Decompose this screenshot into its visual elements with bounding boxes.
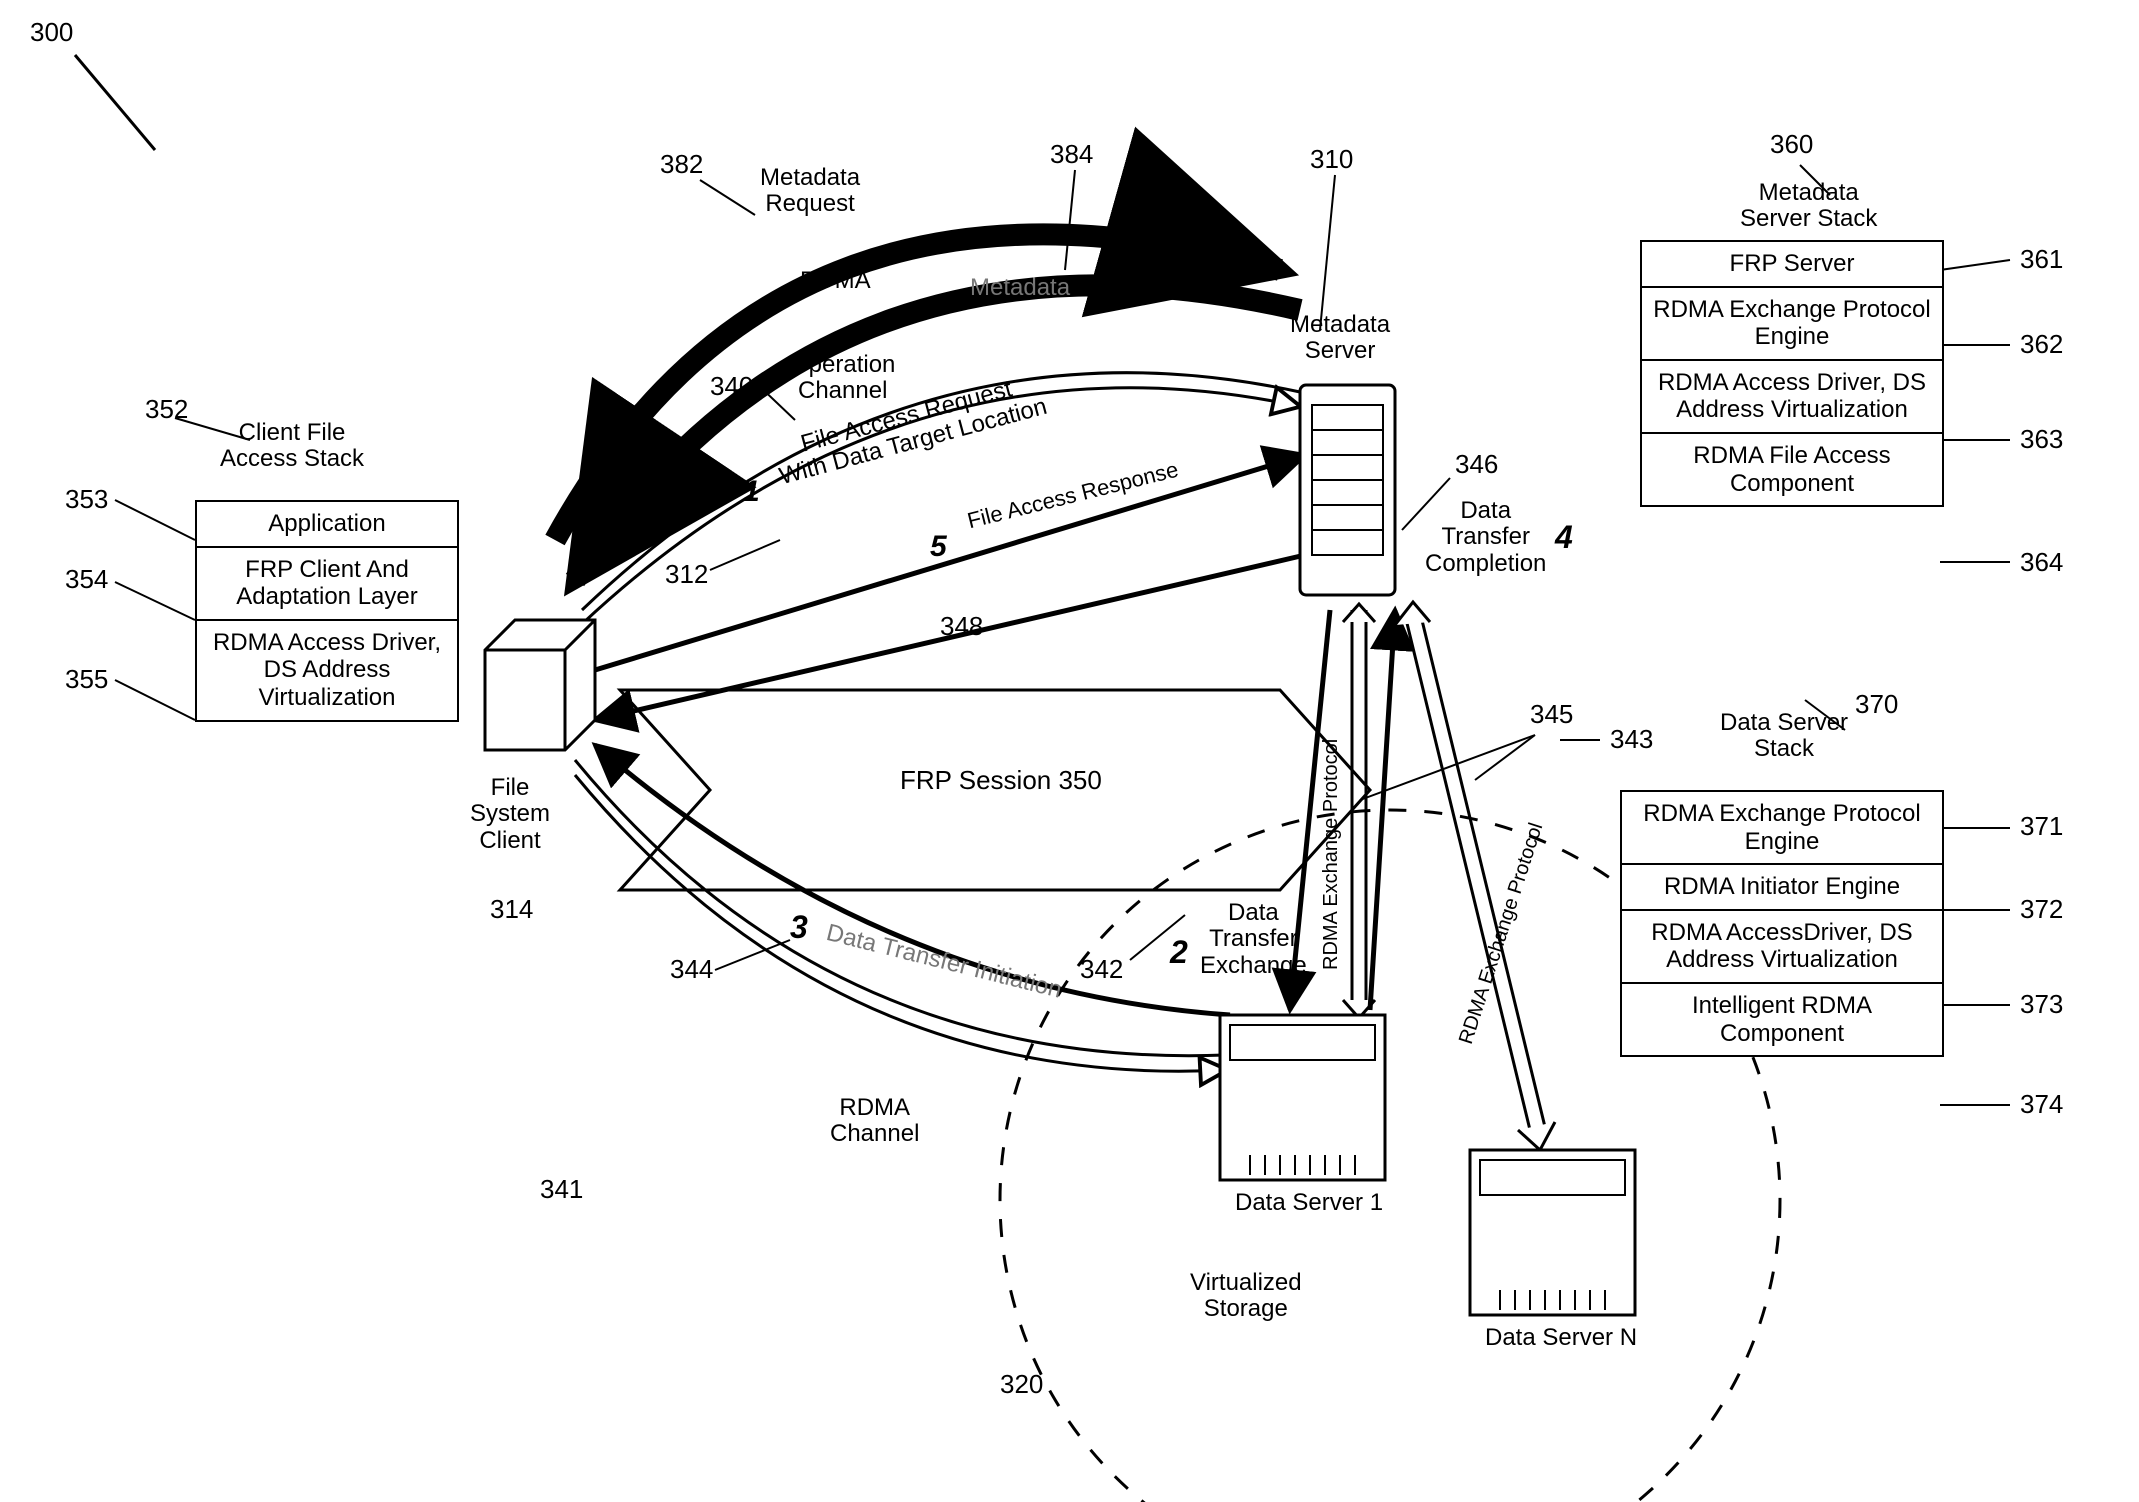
ref-364: 364 (2020, 548, 2063, 577)
label-rdma-exchange-protocol-1: RDMA Exchange Protocol (1320, 739, 1342, 970)
ref-374: 374 (2020, 1090, 2063, 1119)
ref-312: 312 (665, 560, 708, 589)
ref-370: 370 (1855, 690, 1898, 719)
ref-384: 384 (1050, 140, 1093, 169)
label-rdma-channel: RDMA Channel (830, 1095, 919, 1148)
label-client-stack-title: Client File Access Stack (220, 420, 364, 473)
step-2: 2 (1170, 935, 1188, 970)
ref-345: 345 (1530, 700, 1573, 729)
client-stack-row-1: FRP Client And Adaptation Layer (197, 546, 457, 619)
metadata-stack-row-0: FRP Server (1642, 242, 1942, 286)
client-file-access-stack: Application FRP Client And Adaptation La… (195, 500, 459, 722)
metadata-stack-row-3: RDMA File Access Component (1642, 432, 1942, 505)
ref-354: 354 (65, 565, 108, 594)
ref-340: 340 (710, 372, 753, 401)
label-file-system-client: File System Client (470, 775, 550, 854)
ref-314: 314 (490, 895, 533, 924)
step-5: 5 (930, 530, 947, 563)
frp-session-box: FRP Session 350 (900, 765, 1102, 796)
ref-361: 361 (2020, 245, 2063, 274)
ref-300: 300 (30, 18, 73, 47)
ref-371: 371 (2020, 812, 2063, 841)
ref-352: 352 (145, 395, 188, 424)
ref-372: 372 (2020, 895, 2063, 924)
label-data-server-n: Data Server N (1485, 1325, 1637, 1351)
label-metadata-server: Metadata Server (1290, 312, 1390, 365)
diagram-canvas: 300 382 Metadata Request 384 Metadata 31… (0, 0, 2139, 1502)
label-virtualized-storage: Virtualized Storage (1190, 1270, 1302, 1323)
label-operation-channel: Operation Channel (790, 352, 895, 405)
ref-342: 342 (1080, 955, 1123, 984)
ref-341: 341 (540, 1175, 583, 1204)
label-metadata-under-arc: Metadata (970, 275, 1070, 301)
ref-353: 353 (65, 485, 108, 514)
step-3: 3 (790, 910, 808, 945)
client-stack-row-2: RDMA Access Driver, DS Address Virtualiz… (197, 619, 457, 720)
metadata-stack-row-1: RDMA Exchange Protocol Engine (1642, 286, 1942, 359)
ref-348: 348 (940, 612, 983, 641)
ref-320: 320 (1000, 1370, 1043, 1399)
metadata-server-stack: FRP Server RDMA Exchange Protocol Engine… (1640, 240, 1944, 507)
ref-355: 355 (65, 665, 108, 694)
ref-346: 346 (1455, 450, 1498, 479)
label-rdma: RDMA (800, 268, 871, 294)
ref-344: 344 (670, 955, 713, 984)
ref-362: 362 (2020, 330, 2063, 359)
ref-310: 310 (1310, 145, 1353, 174)
ref-382: 382 (660, 150, 703, 179)
label-metadata-stack-title: Metadata Server Stack (1740, 180, 1877, 233)
label-data-transfer-completion: Data Transfer Completion (1425, 498, 1546, 577)
label-data-server-1: Data Server 1 (1235, 1190, 1383, 1216)
data-stack-row-1: RDMA Initiator Engine (1622, 863, 1942, 909)
client-stack-row-0: Application (197, 502, 457, 546)
data-stack-row-0: RDMA Exchange Protocol Engine (1622, 792, 1942, 863)
ref-373: 373 (2020, 990, 2063, 1019)
metadata-stack-row-2: RDMA Access Driver, DS Address Virtualiz… (1642, 359, 1942, 432)
data-stack-row-3: Intelligent RDMA Component (1622, 982, 1942, 1055)
step-1: 1 (743, 475, 760, 508)
label-metadata-request: Metadata Request (760, 165, 860, 218)
label-data-transfer-exchange: Data Transfer Exchange (1200, 900, 1307, 979)
ref-360: 360 (1770, 130, 1813, 159)
ref-343: 343 (1610, 725, 1653, 754)
label-data-stack-title: Data Server Stack (1720, 710, 1848, 763)
step-4: 4 (1555, 520, 1573, 555)
data-server-stack: RDMA Exchange Protocol Engine RDMA Initi… (1620, 790, 1944, 1057)
ref-363: 363 (2020, 425, 2063, 454)
data-stack-row-2: RDMA AccessDriver, DS Address Virtualiza… (1622, 909, 1942, 982)
